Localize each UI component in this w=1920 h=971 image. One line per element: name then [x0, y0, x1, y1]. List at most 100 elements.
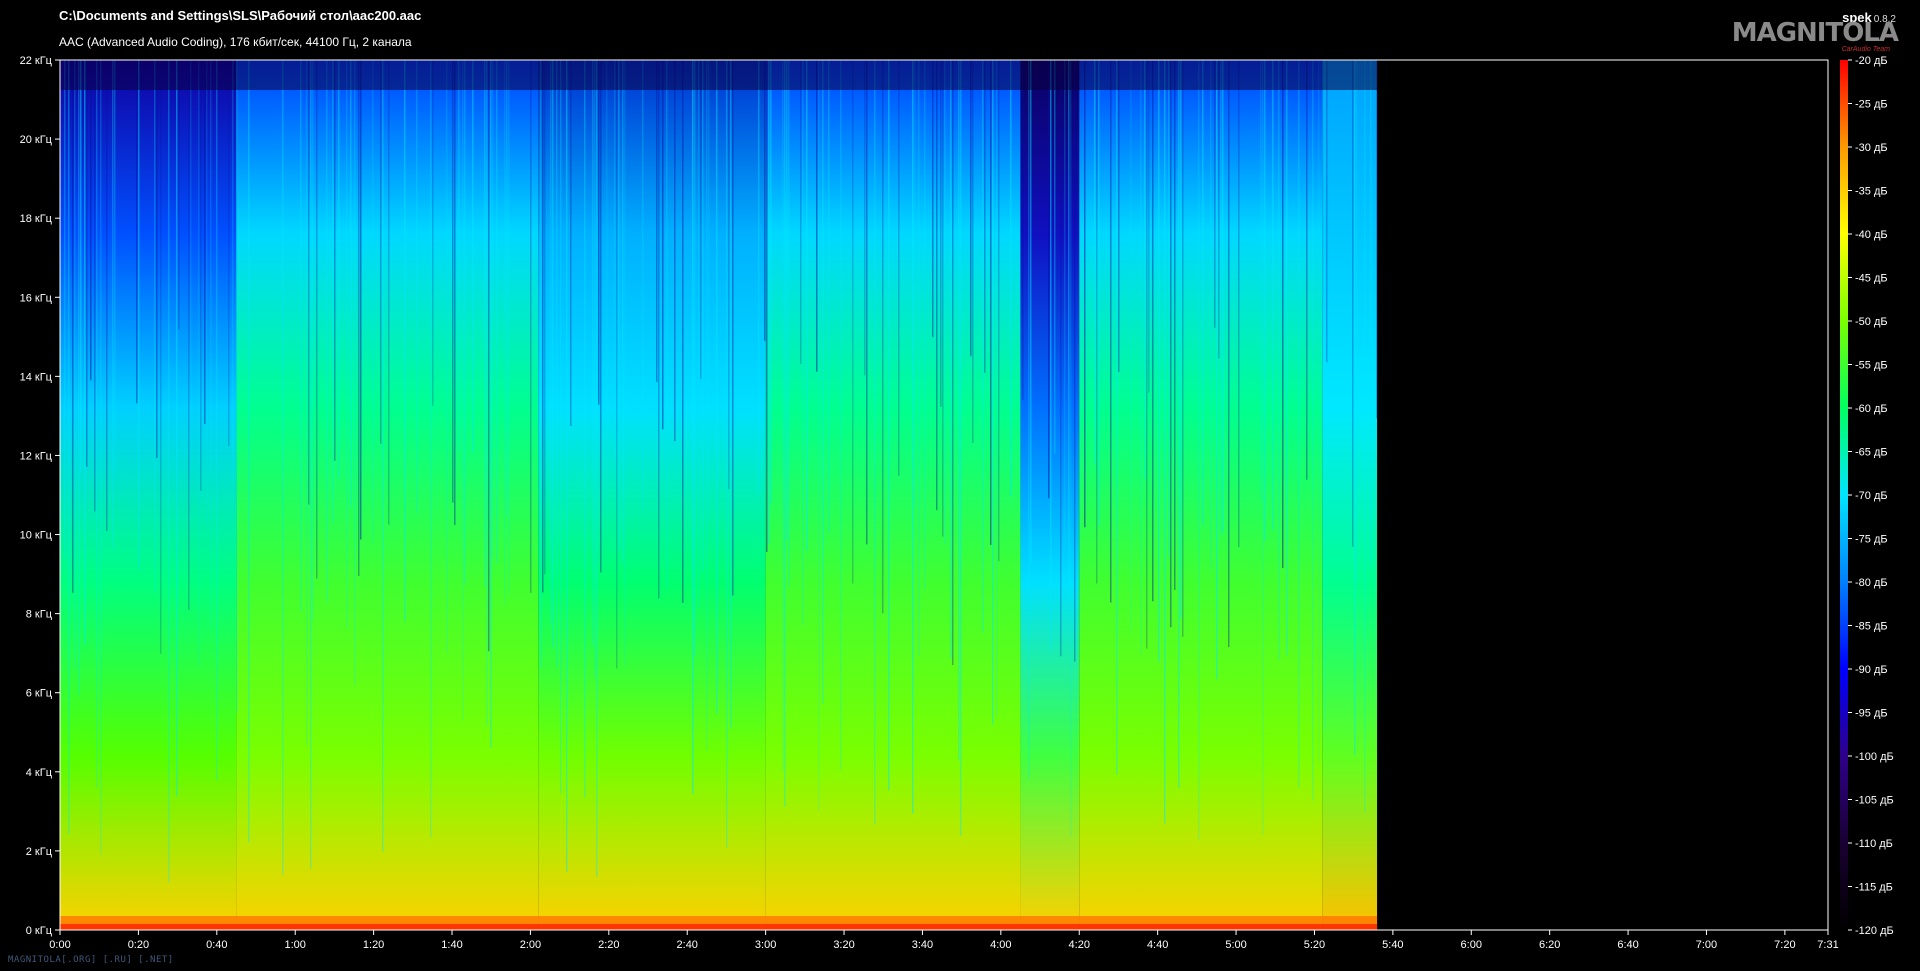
spectrogram-streak — [764, 60, 766, 342]
spectrogram-streak — [1064, 60, 1066, 548]
spectrogram-streak — [312, 60, 314, 621]
spectrogram-streak — [700, 60, 702, 379]
spectrogram-streak — [430, 60, 432, 838]
spectrogram-streak — [96, 60, 98, 788]
spectrogram-streak — [1158, 60, 1160, 663]
spectrogram-streak — [924, 60, 926, 590]
y-tick-label: 0 кГц — [26, 925, 53, 937]
spectrogram-streak — [864, 60, 866, 376]
y-tick-label: 8 кГц — [26, 609, 53, 621]
spectrogram-streak — [1222, 60, 1224, 533]
spectrogram-streak — [768, 60, 770, 544]
spectrogram-streak — [486, 60, 488, 726]
spectrogram-streak — [936, 60, 938, 511]
spectrogram-streak — [1364, 60, 1366, 814]
colorbar-tick-label: -40 дБ — [1855, 229, 1888, 241]
spectrogram-streak — [72, 60, 74, 593]
spectrogram-streak — [1178, 60, 1180, 788]
spectrogram-streak — [552, 60, 554, 648]
spectrogram-streak — [642, 60, 644, 509]
spectrogram-streak — [310, 60, 312, 869]
spectrogram-streak — [788, 60, 790, 587]
spectrogram-streak — [584, 60, 586, 798]
spectrogram-streak — [816, 60, 818, 372]
spectrogram-streak — [1306, 60, 1308, 480]
colorbar-tick-label: -85 дБ — [1855, 621, 1888, 633]
spectrogram-streak — [232, 60, 234, 482]
spectrogram-streak — [350, 60, 352, 507]
spectrogram-streak — [1318, 60, 1320, 763]
spectrogram-streak — [958, 60, 960, 761]
y-tick-label: 20 кГц — [20, 134, 53, 146]
spectrogram-streak — [694, 60, 696, 656]
spectrogram-streak — [300, 60, 302, 613]
spectrogram-streak — [624, 60, 626, 667]
spectrogram-streak — [492, 60, 494, 559]
spectrogram-streak — [682, 60, 684, 603]
spectrogram-streak — [1352, 60, 1354, 547]
x-tick-label: 5:20 — [1304, 939, 1325, 951]
y-tick-label: 2 кГц — [26, 846, 53, 858]
spectrogram-streak — [210, 60, 212, 627]
spectrogram-streak — [94, 60, 96, 512]
spectrogram-streak — [1070, 60, 1072, 838]
spectrogram-streak — [138, 60, 140, 570]
spectrogram-streak — [998, 60, 1000, 562]
y-tick-label: 14 кГц — [20, 371, 53, 383]
spectrogram-streak — [1148, 60, 1150, 393]
spectrogram-streak — [726, 60, 728, 848]
spectrogram-streak — [64, 60, 66, 558]
spectrogram-streak — [570, 60, 572, 426]
spectrogram-streak — [914, 60, 916, 506]
silence-region — [1377, 60, 1828, 930]
spectrogram-streak — [656, 60, 658, 383]
spectrogram-streak — [178, 60, 180, 330]
colorbar-tick-label: -115 дБ — [1855, 882, 1893, 894]
spectrogram-streak — [594, 60, 596, 678]
spectrogram-streak — [1094, 60, 1096, 465]
spectrogram-streak — [372, 60, 374, 544]
spectrogram-streak — [86, 60, 88, 467]
spectrogram-streak — [1216, 60, 1218, 680]
spectrogram-low-band-peak — [60, 924, 1378, 930]
x-tick-label: 4:40 — [1147, 939, 1168, 951]
spectrogram-streak — [204, 60, 206, 425]
spectrogram-streak — [782, 60, 784, 771]
spectrogram-streak — [452, 60, 454, 503]
spectrogram-streak — [530, 60, 532, 593]
colorbar — [1840, 60, 1848, 930]
spectrogram-streak — [1028, 60, 1030, 779]
spectrogram-streak — [388, 60, 390, 525]
spectrogram-streak — [236, 60, 238, 713]
spectrogram-streak — [216, 60, 218, 781]
colorbar-tick-label: -45 дБ — [1855, 273, 1888, 285]
spectrogram-streak — [1074, 60, 1076, 662]
spectrogram-streak — [1068, 60, 1070, 600]
y-tick-label: 10 кГц — [20, 530, 53, 542]
spectrogram-streak — [1050, 60, 1052, 652]
x-tick-label: 5:00 — [1225, 939, 1246, 951]
x-tick-label: 3:00 — [755, 939, 776, 951]
spectrogram-streak — [614, 60, 616, 460]
x-tick-label: 3:20 — [833, 939, 854, 951]
x-tick-label: 1:00 — [284, 939, 305, 951]
spectrogram-streak — [136, 60, 138, 404]
y-tick-label: 18 кГц — [20, 213, 53, 225]
spectrogram-streak — [1202, 60, 1204, 526]
spectrogram-streak — [1326, 60, 1328, 363]
colorbar-tick-label: -80 дБ — [1855, 577, 1888, 589]
spectrogram-streak — [708, 60, 710, 522]
spectrogram-streak — [882, 60, 884, 614]
colorbar-tick-label: -90 дБ — [1855, 664, 1888, 676]
colorbar-tick-label: -55 дБ — [1855, 360, 1888, 372]
spectrogram-streak — [484, 60, 486, 587]
colorbar-tick-label: -95 дБ — [1855, 708, 1888, 720]
spectrogram-streak — [248, 60, 250, 843]
spectrogram-streak — [732, 60, 734, 596]
spectrogram-streak — [458, 60, 460, 452]
spectrogram-streak — [282, 60, 284, 875]
spectrogram-streak — [598, 60, 600, 405]
spectrogram-streak — [1370, 60, 1372, 565]
spectrogram-streak — [1146, 60, 1148, 649]
spectrogram-segment — [1079, 60, 1323, 930]
